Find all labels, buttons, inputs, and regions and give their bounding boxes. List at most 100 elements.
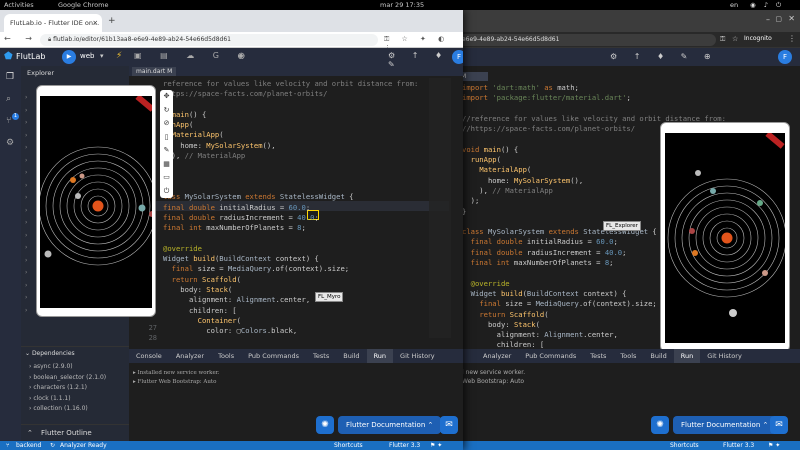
console-line: Web Bootstrap: Auto [462, 378, 525, 385]
solar-system-svg [40, 96, 152, 266]
incognito-label[interactable]: Incognito [744, 35, 772, 42]
flutter-documentation-button[interactable]: Flutter Documentation ⌃ [673, 416, 777, 434]
files-icon[interactable]: ❐ [6, 72, 14, 82]
clock-icon[interactable]: ◷ [238, 51, 245, 60]
device-icon[interactable]: ▯ [160, 131, 173, 145]
platform-select[interactable]: web [80, 52, 94, 60]
dependency-name: characters (1.2.1) [33, 384, 88, 391]
avatar[interactable]: F [778, 50, 792, 64]
power-icon[interactable]: ⏻ [160, 185, 173, 199]
activities-button[interactable]: Activities [4, 1, 34, 9]
chevron-down-icon[interactable]: ▾ [100, 52, 104, 60]
device-preview [36, 85, 156, 317]
dependency-item[interactable]: › boolean_selector (2.1.0) [29, 373, 106, 384]
tab-run-right[interactable]: Run [673, 349, 701, 363]
tab-build[interactable]: Build [336, 349, 366, 363]
close-tab-icon[interactable]: ✕ [93, 19, 98, 27]
toolbar-icons-right[interactable]: ⚙ ↑ ♦ ✎ ⊕ [610, 52, 718, 61]
console-text: Installed new service worker. [137, 370, 220, 376]
status-icons[interactable]: ⚑ ✦ [430, 441, 442, 450]
move-icon[interactable]: ✥ [160, 90, 173, 104]
line-number: 28 [148, 334, 157, 343]
bookmark-star-icon[interactable]: ☆ [732, 35, 738, 43]
tab-run[interactable]: Run [366, 349, 394, 363]
solar-system-svg-right [667, 133, 785, 317]
maximize-icon[interactable]: ▢ [775, 15, 782, 23]
flutter-version[interactable]: Flutter 3.3 [389, 441, 420, 450]
menu-kebab-icon[interactable]: ⋮ [788, 34, 796, 43]
address-bar-row: d-e6e9-4e89-ab24-54e66d5d8d61 ⚿ ☆ Incogn… [448, 32, 800, 48]
code-editor[interactable]: reference for values like velocity and o… [129, 76, 463, 346]
avatar[interactable]: F [452, 50, 463, 64]
tab-pub-commands[interactable]: Pub Commands [241, 349, 306, 363]
dependency-item[interactable]: › clock (1.1.1) [29, 394, 106, 405]
tab-pub-commands-right[interactable]: Pub Commands [518, 349, 583, 363]
tooltip-explorer: FL_Explorer [603, 221, 641, 231]
system-tray-icons[interactable]: ◉ ♪ ⏻ [750, 1, 784, 10]
url-field[interactable]: d-e6e9-4e89-ab24-54e66d5d8d61 [448, 34, 716, 46]
browser-window-main: FlutLab.io - Flutter IDE on... ✕ + ← → ↻… [0, 10, 463, 450]
close-icon[interactable]: ✕ [788, 14, 795, 23]
analyzer-status: Analyzer Ready [60, 442, 107, 449]
edit-icon[interactable]: ✎ [160, 144, 173, 158]
rotate-icon[interactable]: ↻ [160, 104, 173, 118]
key-icon[interactable]: ⚿ [720, 35, 725, 44]
tab-tools[interactable]: Tools [211, 349, 241, 363]
branch-name[interactable]: backend [16, 441, 41, 450]
layout-icon[interactable]: ▭ [160, 171, 173, 185]
device-controls-right[interactable] [788, 85, 800, 165]
settings-gear-icon[interactable]: ⚙ [6, 138, 14, 148]
tab-build-right[interactable]: Build [643, 349, 673, 363]
chevron-up-icon: ⌃ [27, 429, 33, 437]
clock[interactable]: mar 29 17:35 [380, 1, 424, 9]
tab-tests[interactable]: Tests [306, 349, 336, 363]
source-control-icon[interactable]: ⑂ [6, 116, 11, 126]
dependencies-section: ⌄ Dependencies › async (2.9.0) › boolean… [21, 346, 129, 412]
flutter-documentation-button[interactable]: Flutter Documentation ⌃ [338, 416, 442, 434]
flutter-outline-section[interactable]: ⌃ Flutter Outline [21, 424, 129, 441]
shortcuts-label[interactable]: Shortcuts [334, 441, 363, 450]
tab-analyzer-right[interactable]: Analyzer [476, 349, 518, 363]
code-text: reference for values like velocity and o… [163, 79, 419, 336]
ai-assistant-icon[interactable]: ✺ [316, 416, 334, 434]
search-icon[interactable]: ⌕ [6, 94, 11, 104]
refresh-icon[interactable]: ↻ [50, 441, 55, 450]
tab-git-history[interactable]: Git History [393, 349, 442, 363]
activity-bar: ❐ ⌕ ⑂ 1 ⚙ [0, 66, 21, 441]
new-tab-icon[interactable]: + [108, 16, 116, 26]
tab-analyzer[interactable]: Analyzer [169, 349, 211, 363]
grid-icon[interactable]: ▦ [160, 158, 173, 172]
no-icon[interactable]: ⊘ [160, 117, 173, 131]
chat-icon[interactable]: ✉ [440, 416, 458, 434]
browser-tab-flutlab[interactable]: FlutLab.io - Flutter IDE on... ✕ [4, 14, 102, 32]
device-controls[interactable]: ✥ ↻ ⊘ ▯ ✎ ▦ ▭ ⏻ [160, 90, 173, 198]
language-indicator[interactable]: en [730, 1, 738, 9]
tab-tests-right[interactable]: Tests [583, 349, 613, 363]
ai-assistant-icon[interactable]: ✺ [651, 416, 669, 434]
dependency-item[interactable]: › collection (1.16.0) [29, 404, 106, 415]
sun [92, 200, 104, 212]
minimap[interactable] [429, 78, 451, 338]
url-text: flutlab.io/editor/61b13aa8-e6e9-4e89-ab2… [53, 36, 231, 43]
dependency-item[interactable]: › characters (1.2.1) [29, 383, 106, 394]
toolbar-icons[interactable]: ▣ ▤ ☁ G ◉ [134, 51, 252, 60]
url-field[interactable]: 🔒︎ flutlab.io/editor/61b13aa8-e6e9-4e89-… [40, 34, 378, 46]
tab-tools-right[interactable]: Tools [613, 349, 643, 363]
folder-chevrons[interactable]: › › › › › › › › › › › › › › › › › › [25, 92, 27, 317]
solar-system-canvas-right [665, 133, 785, 343]
tab-console[interactable]: Console [129, 349, 169, 363]
chrome-app-indicator[interactable]: Google Chrome [58, 1, 108, 9]
hot-reload-icon[interactable]: ⚡ [116, 51, 122, 61]
chat-icon[interactable]: ✉ [770, 416, 788, 434]
flutter-version[interactable]: Flutter 3.3 [723, 441, 754, 450]
dependencies-title[interactable]: ⌄ Dependencies [25, 350, 75, 357]
tab-git-history-right[interactable]: Git History [700, 349, 749, 363]
dependency-item[interactable]: › async (2.9.0) [29, 362, 106, 373]
file-tab-main-dart[interactable]: main.dart M [132, 67, 177, 76]
branch-icon: ⑂ [6, 442, 10, 449]
minimize-icon[interactable]: – [766, 15, 770, 24]
status-icons[interactable]: ⚑ ✦ [768, 441, 780, 450]
sun-right [721, 232, 733, 244]
run-button[interactable]: ▶ [62, 50, 76, 64]
shortcuts-label[interactable]: Shortcuts [670, 441, 699, 450]
